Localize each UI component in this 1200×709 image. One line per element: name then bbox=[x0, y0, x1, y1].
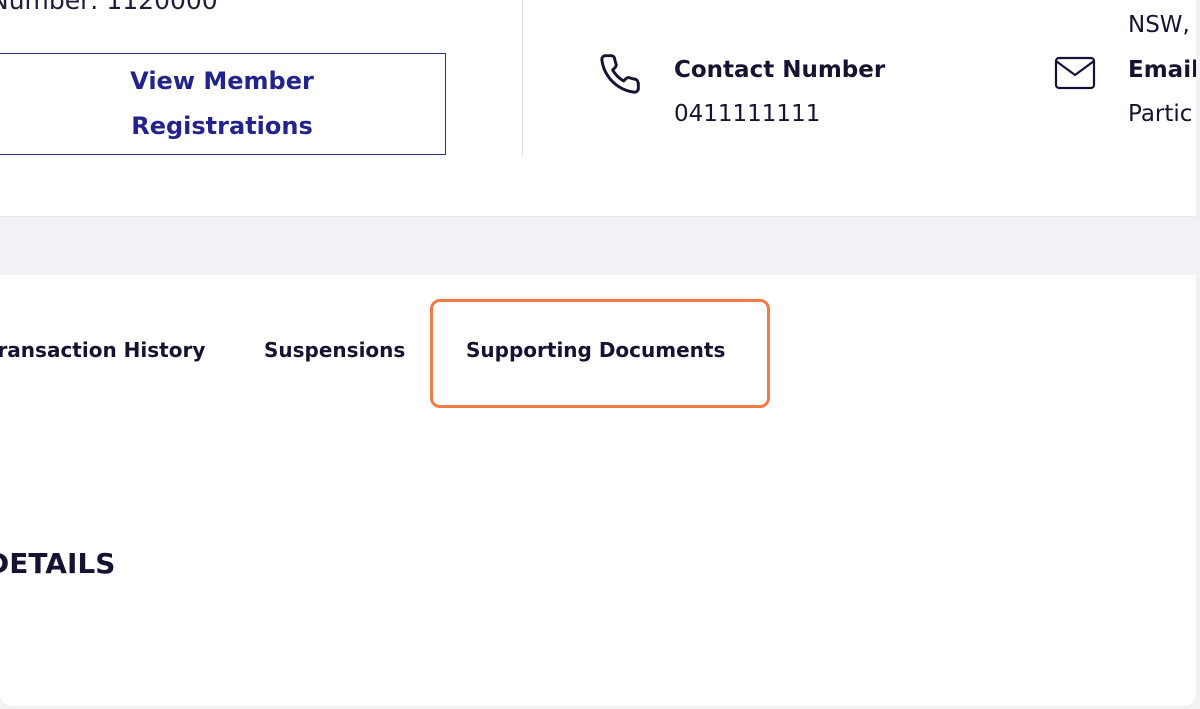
tab-supporting-documents[interactable]: Supporting Documents bbox=[466, 338, 725, 362]
header-divider bbox=[522, 0, 523, 156]
phone-icon bbox=[600, 54, 640, 94]
member-profile-page: Number: 1120000 View Member Registration… bbox=[0, 0, 1196, 706]
contact-number-value: 0411111111 bbox=[674, 101, 821, 127]
section-heading: DETAILS bbox=[0, 547, 116, 580]
tab-suspensions[interactable]: Suspensions bbox=[264, 338, 405, 362]
email-value: Partic bbox=[1128, 101, 1193, 127]
member-number: Number: 1120000 bbox=[0, 0, 218, 15]
contact-number-label: Contact Number bbox=[674, 57, 886, 83]
tab-transaction-history[interactable]: Transaction History bbox=[0, 338, 205, 362]
section-separator-band bbox=[0, 216, 1196, 275]
mail-icon bbox=[1054, 56, 1096, 90]
email-label: Email bbox=[1128, 57, 1196, 83]
address-value: NSW, bbox=[1128, 12, 1190, 38]
view-member-registrations-button[interactable]: View Member Registrations bbox=[0, 53, 446, 155]
view-member-registrations-label: View Member Registrations bbox=[130, 67, 314, 140]
